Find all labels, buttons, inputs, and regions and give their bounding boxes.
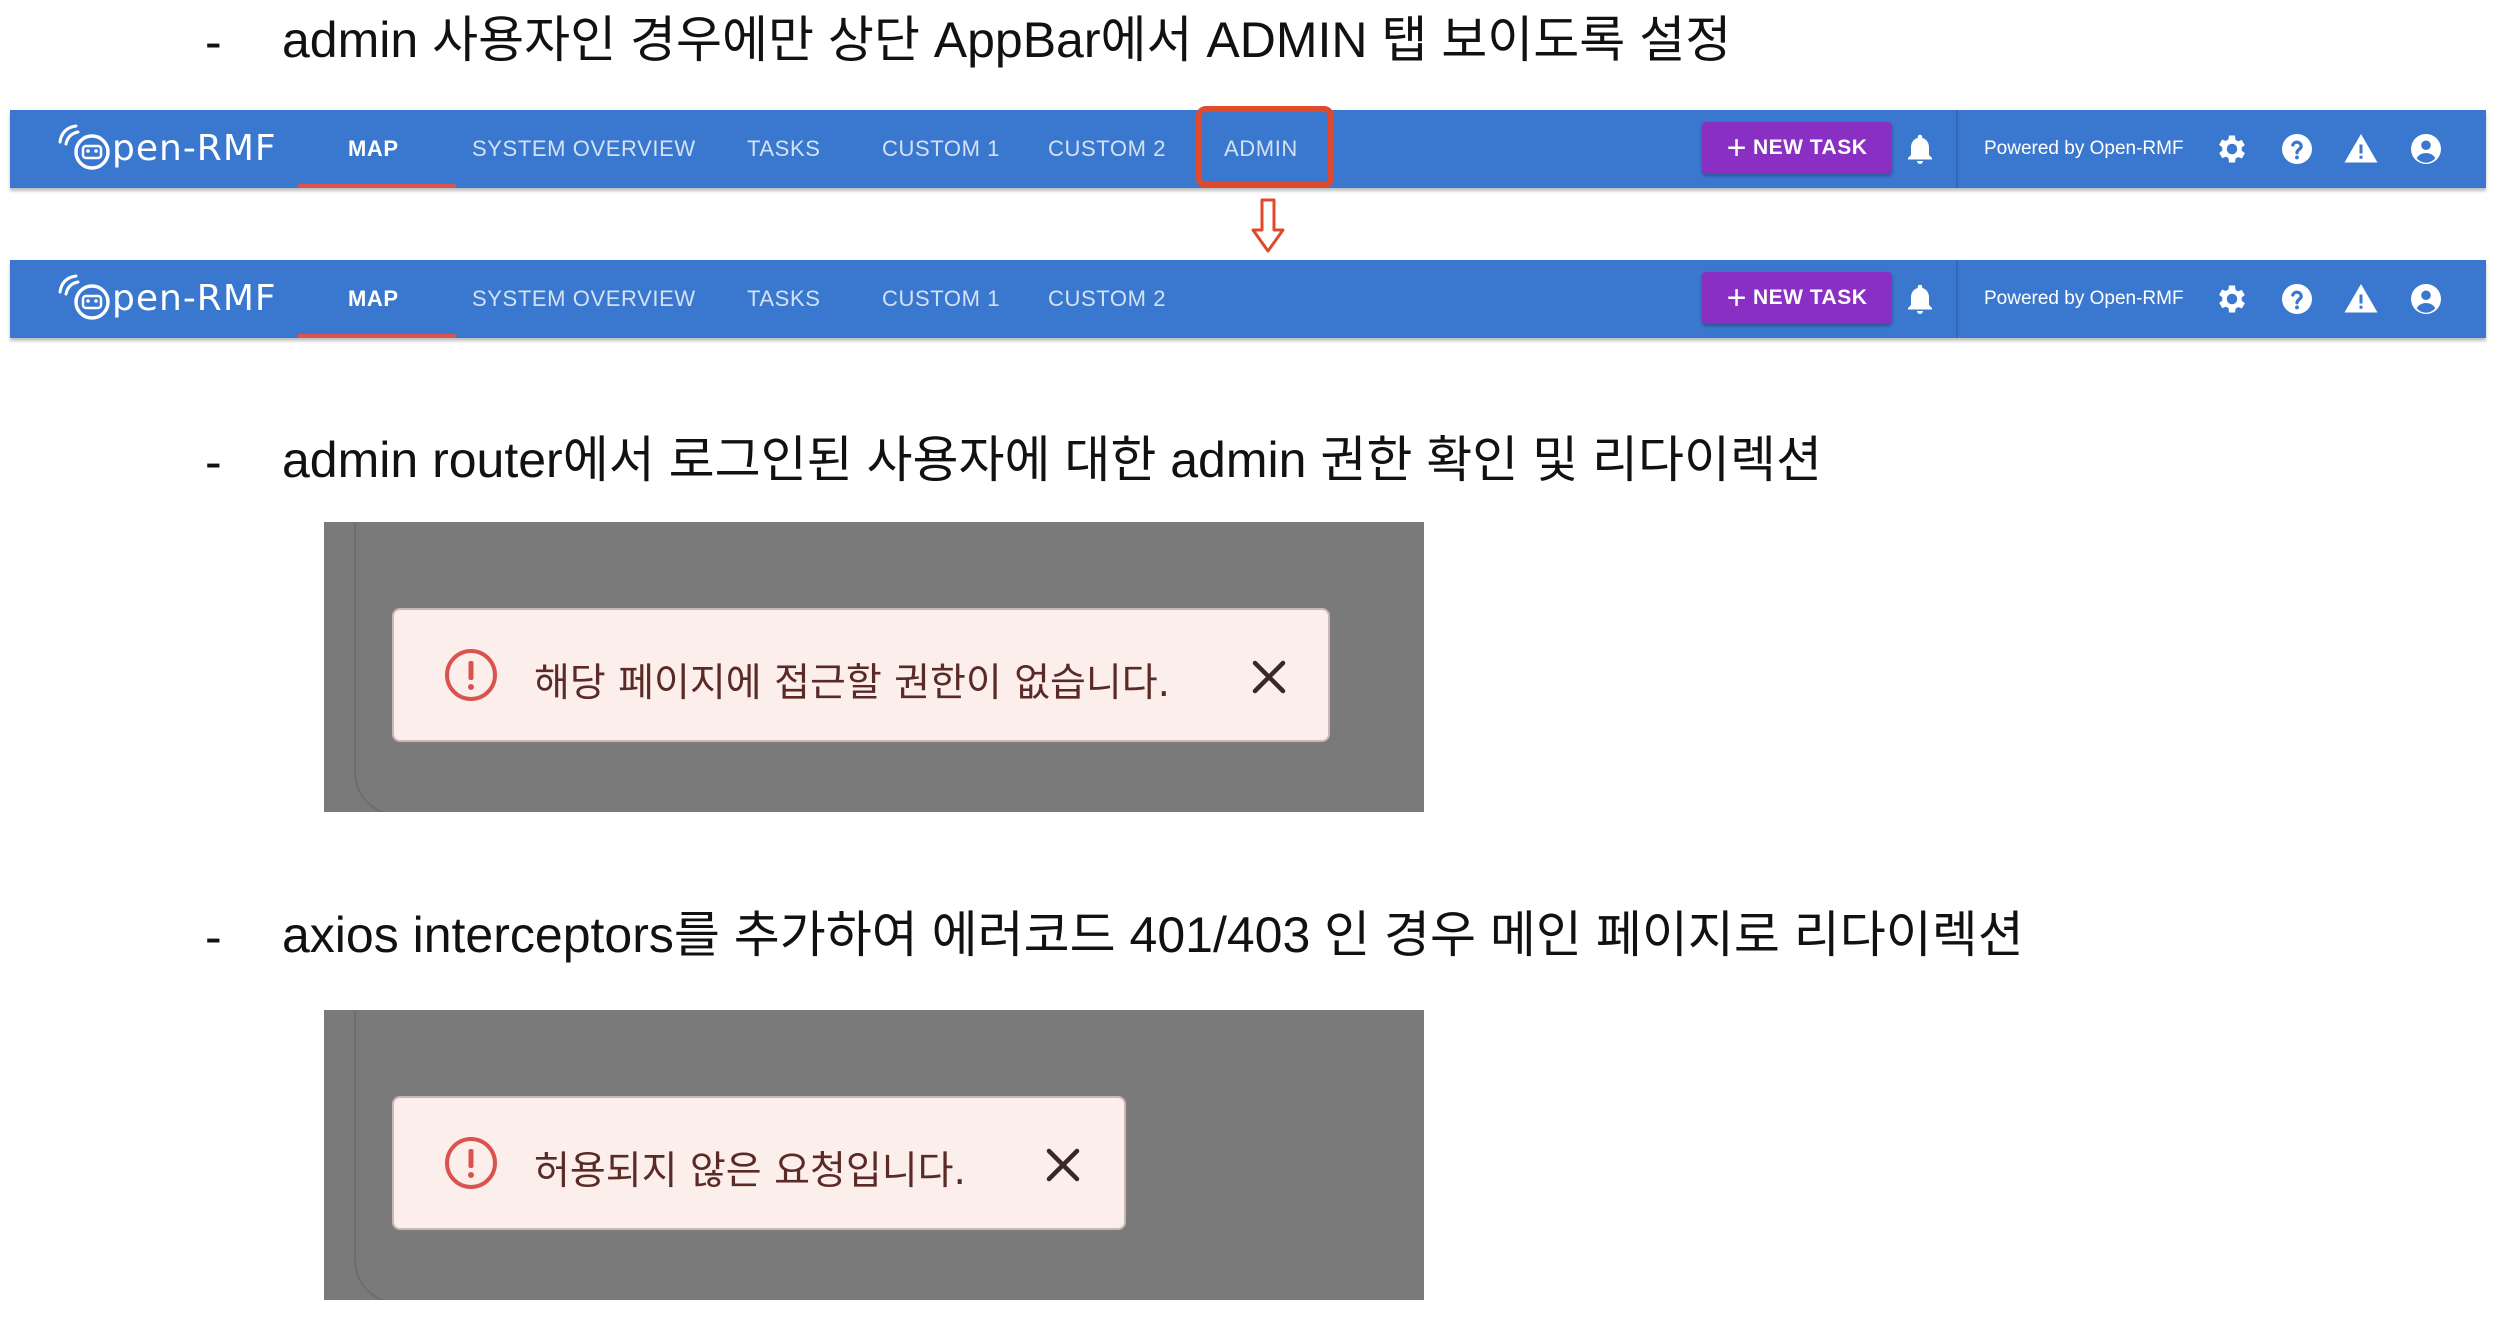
tab-map[interactable]: MAP [348, 260, 399, 338]
appbar-after: pen-RMF MAP SYSTEM OVERVIEW TASKS CUSTOM… [10, 260, 2486, 338]
tab-tasks[interactable]: TASKS [747, 260, 821, 338]
warning-icon[interactable] [2343, 131, 2379, 167]
logo[interactable]: pen-RMF [50, 120, 277, 176]
bell-icon[interactable] [1902, 281, 1938, 317]
powered-by-label: Powered by Open-RMF [1984, 288, 2184, 309]
active-tab-indicator [298, 334, 456, 338]
account-icon[interactable] [2408, 131, 2444, 167]
alert-message: 허용되지 않은 요청입니다. [534, 1149, 966, 1194]
close-icon[interactable] [1246, 654, 1292, 700]
help-icon[interactable] [2279, 281, 2315, 317]
bullet-dash-2: - [205, 434, 222, 490]
bullet-dash-3: - [205, 909, 222, 965]
error-icon [445, 649, 497, 701]
logo-text: pen-RMF [112, 277, 277, 319]
alert-message: 해당 페이지에 접근할 권한이 없습니다. [534, 661, 1171, 706]
error-icon [445, 1137, 497, 1189]
gear-icon[interactable] [2214, 131, 2250, 167]
new-task-button[interactable]: + NEW TASK [1702, 272, 1892, 324]
instruction-1: admin 사용자인 경우에만 상단 AppBar에서 ADMIN 탭 보이도록… [282, 12, 1732, 68]
close-icon[interactable] [1040, 1142, 1086, 1188]
warning-icon[interactable] [2343, 281, 2379, 317]
alert-panel-2: 허용되지 않은 요청입니다. [324, 1010, 1424, 1300]
help-icon[interactable] [2279, 131, 2315, 167]
tab-map[interactable]: MAP [348, 110, 399, 188]
active-tab-indicator [298, 184, 456, 188]
admin-tab-highlight [1196, 106, 1334, 188]
error-alert-1: 해당 페이지에 접근할 권한이 없습니다. [392, 608, 1330, 742]
logo[interactable]: pen-RMF [50, 270, 277, 326]
instruction-2: admin router에서 로그인된 사용자에 대한 admin 권한 확인 … [282, 432, 1823, 488]
account-icon[interactable] [2408, 281, 2444, 317]
powered-by-label: Powered by Open-RMF [1984, 138, 2184, 159]
new-task-button[interactable]: + NEW TASK [1702, 122, 1892, 174]
error-alert-2: 허용되지 않은 요청입니다. [392, 1096, 1126, 1230]
instruction-3: axios interceptors를 추가하여 에러코드 401/403 인 … [282, 907, 2024, 963]
new-task-label: NEW TASK [1752, 286, 1868, 309]
tab-custom-1[interactable]: CUSTOM 1 [882, 110, 1000, 188]
tab-system-overview[interactable]: SYSTEM OVERVIEW [472, 260, 696, 338]
appbar-divider [1956, 260, 1958, 338]
tab-custom-2[interactable]: CUSTOM 2 [1048, 260, 1166, 338]
tab-tasks[interactable]: TASKS [747, 110, 821, 188]
tab-custom-2[interactable]: CUSTOM 2 [1048, 110, 1166, 188]
gear-icon[interactable] [2214, 281, 2250, 317]
plus-icon: + [1726, 129, 1747, 167]
tab-system-overview[interactable]: SYSTEM OVERVIEW [472, 110, 696, 188]
new-task-label: NEW TASK [1752, 136, 1868, 159]
tab-custom-1[interactable]: CUSTOM 1 [882, 260, 1000, 338]
appbar-divider [1956, 110, 1958, 188]
plus-icon: + [1726, 279, 1747, 317]
logo-robot-icon [58, 124, 110, 170]
logo-text: pen-RMF [112, 127, 277, 169]
down-arrow-icon [1251, 198, 1285, 253]
logo-robot-icon [58, 274, 110, 320]
bell-icon[interactable] [1902, 131, 1938, 167]
alert-panel-1: 해당 페이지에 접근할 권한이 없습니다. [324, 522, 1424, 812]
bullet-dash-1: - [205, 14, 222, 70]
